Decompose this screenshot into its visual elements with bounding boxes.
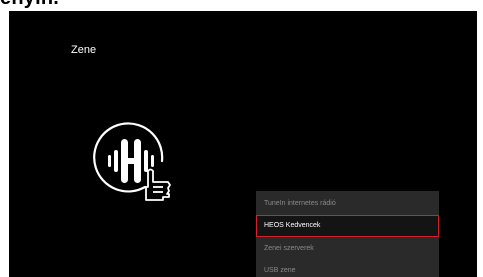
page-heading: ényin.: [0, 0, 59, 10]
hand-pointer-icon: [145, 168, 171, 201]
page: ényin. Zene TuneIn internetes rádió: [0, 0, 483, 277]
heos-logo-icon: [93, 122, 171, 201]
screen-title: Zene: [71, 44, 97, 56]
menu-item-usb-music[interactable]: USB zene: [256, 260, 439, 277]
menu-item-tunein[interactable]: TuneIn internetes rádió: [256, 193, 439, 215]
logo-bar-left-outer: [108, 155, 111, 167]
logo-bar-left-inner: [114, 150, 118, 172]
menu-item-music-servers[interactable]: Zenei szerverek: [256, 238, 439, 260]
logo-bar-right-inner: [144, 150, 148, 172]
menu-item-heos-favorites[interactable]: HEOS Kedvencek: [256, 215, 439, 237]
tv-screen: Zene TuneIn internetes rádió HEOS Kedven…: [9, 11, 477, 277]
logo-h-bridge: [126, 158, 136, 164]
logo-bar-right-outer: [151, 155, 154, 167]
source-menu: TuneIn internetes rádió HEOS Kedvencek Z…: [256, 191, 439, 277]
